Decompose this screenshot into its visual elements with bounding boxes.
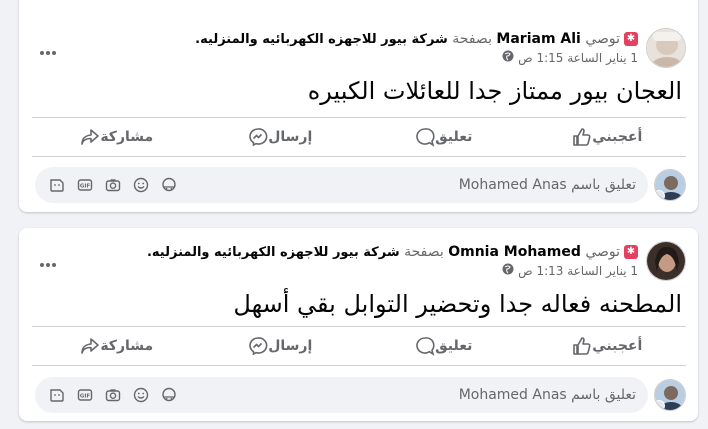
like-button[interactable]: أعجبني — [523, 118, 687, 156]
avatar-sticker-icon[interactable] — [159, 385, 179, 405]
user-avatar[interactable] — [654, 379, 686, 411]
comment-icon — [416, 337, 435, 356]
comment-button[interactable]: تعليق — [359, 327, 523, 365]
chevron-down-icon[interactable] — [655, 400, 665, 410]
post-header: ✱ توصي Omnia Mohamed بصفحة شركة بيور للاج… — [147, 239, 686, 283]
share-icon — [81, 129, 100, 145]
share-label: مشاركة — [100, 338, 154, 354]
like-icon — [573, 128, 591, 146]
camera-icon[interactable] — [103, 175, 123, 195]
emoji-icon[interactable] — [131, 385, 151, 405]
send-label: إرسال — [268, 129, 313, 145]
post-card: ✱ توصي Mariam Ali بصفحة شركة بيور للاجهزه… — [19, 0, 698, 212]
feed: ✱ توصي Mariam Ali بصفحة شركة بيور للاجهزه… — [0, 0, 708, 429]
gif-icon[interactable]: GIF — [75, 175, 95, 195]
messenger-icon — [249, 128, 268, 147]
send-button[interactable]: إرسال — [196, 327, 360, 365]
post-card: ✱ توصي Omnia Mohamed بصفحة شركة بيور للاج… — [19, 228, 698, 421]
author-name[interactable]: Mariam Ali — [496, 31, 580, 47]
comment-composer: تعليق باسم Mohamed Anas GIF — [35, 377, 686, 413]
post-header: ✱ توصي Mariam Ali بصفحة شركة بيور للاجهزه… — [195, 26, 686, 70]
emoji-icon[interactable] — [131, 175, 151, 195]
camera-icon[interactable] — [103, 385, 123, 405]
via-label: بصفحة — [452, 30, 492, 47]
post-meta: ✱ توصي Mariam Ali بصفحة شركة بيور للاجهزه… — [195, 30, 638, 67]
user-avatar[interactable] — [654, 169, 686, 201]
via-label: بصفحة — [404, 243, 444, 260]
post-meta: ✱ توصي Omnia Mohamed بصفحة شركة بيور للاج… — [147, 243, 638, 280]
author-avatar[interactable] — [646, 241, 686, 281]
globe-icon — [502, 50, 514, 66]
post-date[interactable]: 1 يناير الساعة 1:15 ص — [518, 51, 638, 65]
page-name[interactable]: شركة بيور للاجهزه الكهربائيه والمنزليه — [152, 245, 400, 260]
comment-placeholder: تعليق باسم Mohamed Anas — [458, 177, 636, 193]
post-actions: أعجبني تعليق إرسال مشاركة — [32, 117, 686, 157]
author-avatar[interactable] — [646, 28, 686, 68]
svg-text:GIF: GIF — [80, 184, 91, 190]
comment-icon — [416, 128, 435, 147]
post-date[interactable]: 1 يناير الساعة 1:13 ص — [518, 264, 638, 278]
composer-icons: GIF — [47, 175, 187, 195]
share-icon — [81, 338, 100, 354]
comment-button[interactable]: تعليق — [359, 118, 523, 156]
sticker-icon[interactable] — [47, 385, 67, 405]
comment-label: تعليق — [435, 338, 473, 354]
like-label: أعجبني — [592, 338, 643, 354]
avatar-sticker-icon[interactable] — [159, 175, 179, 195]
globe-icon — [502, 263, 514, 279]
sticker-icon[interactable] — [47, 175, 67, 195]
post-date-line: 1 يناير الساعة 1:15 ص — [195, 50, 638, 67]
author-name[interactable]: Omnia Mohamed — [448, 244, 581, 260]
more-icon[interactable] — [39, 252, 59, 267]
like-icon — [573, 337, 591, 355]
post-date-line: 1 يناير الساعة 1:13 ص — [147, 263, 638, 280]
post-actions: أعجبني تعليق إرسال مشاركة — [32, 326, 686, 366]
comment-placeholder: تعليق باسم Mohamed Anas — [458, 387, 636, 403]
comment-input[interactable]: تعليق باسم Mohamed Anas GIF — [35, 167, 648, 203]
composer-icons: GIF — [47, 385, 187, 405]
chevron-down-icon[interactable] — [655, 190, 665, 200]
page-name[interactable]: شركة بيور للاجهزه الكهربائيه والمنزليه — [200, 32, 448, 47]
send-button[interactable]: إرسال — [196, 118, 360, 156]
recommend-label: توصي — [585, 30, 620, 47]
comment-composer: تعليق باسم Mohamed Anas GIF — [35, 167, 686, 203]
messenger-icon — [249, 337, 268, 356]
svg-text:GIF: GIF — [80, 394, 91, 400]
send-label: إرسال — [268, 338, 313, 354]
post-title-line: ✱ توصي Omnia Mohamed بصفحة شركة بيور للاج… — [147, 243, 638, 262]
like-label: أعجبني — [592, 129, 643, 145]
post-title-line: ✱ توصي Mariam Ali بصفحة شركة بيور للاجهزه… — [195, 30, 638, 49]
share-label: مشاركة — [100, 129, 154, 145]
recommend-badge-icon: ✱ — [624, 31, 638, 46]
recommend-label: توصي — [585, 243, 620, 260]
share-button[interactable]: مشاركة — [32, 327, 196, 365]
more-icon[interactable] — [39, 40, 59, 55]
gif-icon[interactable]: GIF — [75, 385, 95, 405]
recommend-badge-icon: ✱ — [624, 244, 638, 259]
share-button[interactable]: مشاركة — [32, 118, 196, 156]
like-button[interactable]: أعجبني — [523, 327, 687, 365]
comment-label: تعليق — [435, 129, 473, 145]
post-text: المطحنه فعاله جدا وتحضير التوابل بقي أسه… — [233, 290, 682, 318]
post-text: العجان بيور ممتاز جدا للعائلات الكبيره — [307, 77, 682, 105]
comment-input[interactable]: تعليق باسم Mohamed Anas GIF — [35, 377, 648, 413]
